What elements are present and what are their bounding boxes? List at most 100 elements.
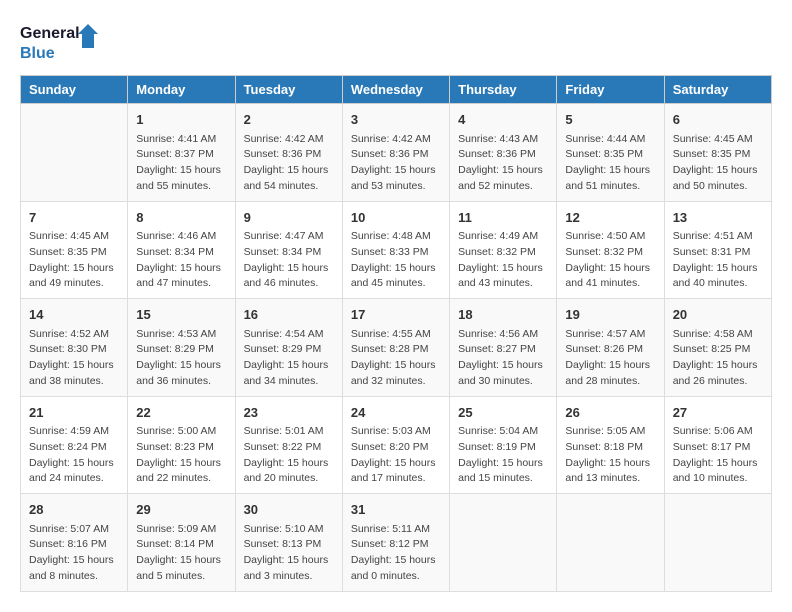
day-number: 29 xyxy=(136,500,226,520)
cell-3-0: 21Sunrise: 4:59 AM Sunset: 8:24 PM Dayli… xyxy=(21,396,128,494)
cell-3-1: 22Sunrise: 5:00 AM Sunset: 8:23 PM Dayli… xyxy=(128,396,235,494)
day-number: 27 xyxy=(673,403,763,423)
calendar-table: SundayMondayTuesdayWednesdayThursdayFrid… xyxy=(20,75,772,592)
day-number: 1 xyxy=(136,110,226,130)
col-header-tuesday: Tuesday xyxy=(235,76,342,104)
day-number: 14 xyxy=(29,305,119,325)
cell-1-4: 11Sunrise: 4:49 AM Sunset: 8:32 PM Dayli… xyxy=(450,201,557,299)
cell-info: Sunrise: 4:59 AM Sunset: 8:24 PM Dayligh… xyxy=(29,424,119,487)
cell-2-6: 20Sunrise: 4:58 AM Sunset: 8:25 PM Dayli… xyxy=(664,299,771,397)
cell-info: Sunrise: 5:01 AM Sunset: 8:22 PM Dayligh… xyxy=(244,424,334,487)
header-row: SundayMondayTuesdayWednesdayThursdayFrid… xyxy=(21,76,772,104)
day-number: 6 xyxy=(673,110,763,130)
cell-info: Sunrise: 5:04 AM Sunset: 8:19 PM Dayligh… xyxy=(458,424,548,487)
cell-info: Sunrise: 5:10 AM Sunset: 8:13 PM Dayligh… xyxy=(244,522,334,585)
cell-0-6: 6Sunrise: 4:45 AM Sunset: 8:35 PM Daylig… xyxy=(664,104,771,202)
cell-info: Sunrise: 4:45 AM Sunset: 8:35 PM Dayligh… xyxy=(673,132,763,195)
col-header-monday: Monday xyxy=(128,76,235,104)
week-row-3: 21Sunrise: 4:59 AM Sunset: 8:24 PM Dayli… xyxy=(21,396,772,494)
col-header-saturday: Saturday xyxy=(664,76,771,104)
cell-info: Sunrise: 5:05 AM Sunset: 8:18 PM Dayligh… xyxy=(565,424,655,487)
cell-3-5: 26Sunrise: 5:05 AM Sunset: 8:18 PM Dayli… xyxy=(557,396,664,494)
cell-1-3: 10Sunrise: 4:48 AM Sunset: 8:33 PM Dayli… xyxy=(342,201,449,299)
day-number: 13 xyxy=(673,208,763,228)
day-number: 21 xyxy=(29,403,119,423)
day-number: 5 xyxy=(565,110,655,130)
cell-1-6: 13Sunrise: 4:51 AM Sunset: 8:31 PM Dayli… xyxy=(664,201,771,299)
day-number: 8 xyxy=(136,208,226,228)
cell-info: Sunrise: 4:48 AM Sunset: 8:33 PM Dayligh… xyxy=(351,229,441,292)
cell-2-4: 18Sunrise: 4:56 AM Sunset: 8:27 PM Dayli… xyxy=(450,299,557,397)
day-number: 10 xyxy=(351,208,441,228)
day-number: 23 xyxy=(244,403,334,423)
svg-text:General: General xyxy=(20,25,80,42)
cell-1-0: 7Sunrise: 4:45 AM Sunset: 8:35 PM Daylig… xyxy=(21,201,128,299)
cell-info: Sunrise: 4:42 AM Sunset: 8:36 PM Dayligh… xyxy=(351,132,441,195)
cell-info: Sunrise: 4:44 AM Sunset: 8:35 PM Dayligh… xyxy=(565,132,655,195)
cell-info: Sunrise: 4:57 AM Sunset: 8:26 PM Dayligh… xyxy=(565,327,655,390)
cell-1-1: 8Sunrise: 4:46 AM Sunset: 8:34 PM Daylig… xyxy=(128,201,235,299)
cell-info: Sunrise: 4:56 AM Sunset: 8:27 PM Dayligh… xyxy=(458,327,548,390)
cell-0-1: 1Sunrise: 4:41 AM Sunset: 8:37 PM Daylig… xyxy=(128,104,235,202)
cell-info: Sunrise: 4:51 AM Sunset: 8:31 PM Dayligh… xyxy=(673,229,763,292)
day-number: 4 xyxy=(458,110,548,130)
cell-4-1: 29Sunrise: 5:09 AM Sunset: 8:14 PM Dayli… xyxy=(128,494,235,592)
day-number: 15 xyxy=(136,305,226,325)
cell-1-2: 9Sunrise: 4:47 AM Sunset: 8:34 PM Daylig… xyxy=(235,201,342,299)
day-number: 20 xyxy=(673,305,763,325)
cell-info: Sunrise: 4:47 AM Sunset: 8:34 PM Dayligh… xyxy=(244,229,334,292)
cell-info: Sunrise: 4:54 AM Sunset: 8:29 PM Dayligh… xyxy=(244,327,334,390)
cell-2-1: 15Sunrise: 4:53 AM Sunset: 8:29 PM Dayli… xyxy=(128,299,235,397)
day-number: 18 xyxy=(458,305,548,325)
cell-2-5: 19Sunrise: 4:57 AM Sunset: 8:26 PM Dayli… xyxy=(557,299,664,397)
day-number: 24 xyxy=(351,403,441,423)
cell-4-5 xyxy=(557,494,664,592)
day-number: 17 xyxy=(351,305,441,325)
cell-info: Sunrise: 5:11 AM Sunset: 8:12 PM Dayligh… xyxy=(351,522,441,585)
cell-1-5: 12Sunrise: 4:50 AM Sunset: 8:32 PM Dayli… xyxy=(557,201,664,299)
week-row-2: 14Sunrise: 4:52 AM Sunset: 8:30 PM Dayli… xyxy=(21,299,772,397)
cell-info: Sunrise: 4:55 AM Sunset: 8:28 PM Dayligh… xyxy=(351,327,441,390)
svg-text:Blue: Blue xyxy=(20,45,55,62)
day-number: 28 xyxy=(29,500,119,520)
day-number: 11 xyxy=(458,208,548,228)
day-number: 26 xyxy=(565,403,655,423)
cell-0-2: 2Sunrise: 4:42 AM Sunset: 8:36 PM Daylig… xyxy=(235,104,342,202)
cell-0-5: 5Sunrise: 4:44 AM Sunset: 8:35 PM Daylig… xyxy=(557,104,664,202)
cell-info: Sunrise: 5:03 AM Sunset: 8:20 PM Dayligh… xyxy=(351,424,441,487)
day-number: 7 xyxy=(29,208,119,228)
cell-info: Sunrise: 5:07 AM Sunset: 8:16 PM Dayligh… xyxy=(29,522,119,585)
day-number: 31 xyxy=(351,500,441,520)
cell-info: Sunrise: 4:58 AM Sunset: 8:25 PM Dayligh… xyxy=(673,327,763,390)
cell-4-6 xyxy=(664,494,771,592)
week-row-4: 28Sunrise: 5:07 AM Sunset: 8:16 PM Dayli… xyxy=(21,494,772,592)
col-header-thursday: Thursday xyxy=(450,76,557,104)
day-number: 9 xyxy=(244,208,334,228)
day-number: 25 xyxy=(458,403,548,423)
day-number: 2 xyxy=(244,110,334,130)
cell-2-0: 14Sunrise: 4:52 AM Sunset: 8:30 PM Dayli… xyxy=(21,299,128,397)
cell-3-2: 23Sunrise: 5:01 AM Sunset: 8:22 PM Dayli… xyxy=(235,396,342,494)
cell-info: Sunrise: 5:00 AM Sunset: 8:23 PM Dayligh… xyxy=(136,424,226,487)
cell-info: Sunrise: 4:52 AM Sunset: 8:30 PM Dayligh… xyxy=(29,327,119,390)
cell-4-4 xyxy=(450,494,557,592)
cell-info: Sunrise: 4:53 AM Sunset: 8:29 PM Dayligh… xyxy=(136,327,226,390)
cell-4-0: 28Sunrise: 5:07 AM Sunset: 8:16 PM Dayli… xyxy=(21,494,128,592)
day-number: 19 xyxy=(565,305,655,325)
cell-info: Sunrise: 5:09 AM Sunset: 8:14 PM Dayligh… xyxy=(136,522,226,585)
cell-2-3: 17Sunrise: 4:55 AM Sunset: 8:28 PM Dayli… xyxy=(342,299,449,397)
cell-info: Sunrise: 4:43 AM Sunset: 8:36 PM Dayligh… xyxy=(458,132,548,195)
cell-0-3: 3Sunrise: 4:42 AM Sunset: 8:36 PM Daylig… xyxy=(342,104,449,202)
cell-info: Sunrise: 5:06 AM Sunset: 8:17 PM Dayligh… xyxy=(673,424,763,487)
cell-info: Sunrise: 4:50 AM Sunset: 8:32 PM Dayligh… xyxy=(565,229,655,292)
cell-3-6: 27Sunrise: 5:06 AM Sunset: 8:17 PM Dayli… xyxy=(664,396,771,494)
logo-svg: General Blue xyxy=(20,20,100,65)
header: General Blue xyxy=(20,20,772,65)
cell-2-2: 16Sunrise: 4:54 AM Sunset: 8:29 PM Dayli… xyxy=(235,299,342,397)
day-number: 22 xyxy=(136,403,226,423)
cell-0-4: 4Sunrise: 4:43 AM Sunset: 8:36 PM Daylig… xyxy=(450,104,557,202)
day-number: 16 xyxy=(244,305,334,325)
cell-info: Sunrise: 4:49 AM Sunset: 8:32 PM Dayligh… xyxy=(458,229,548,292)
day-number: 3 xyxy=(351,110,441,130)
day-number: 12 xyxy=(565,208,655,228)
